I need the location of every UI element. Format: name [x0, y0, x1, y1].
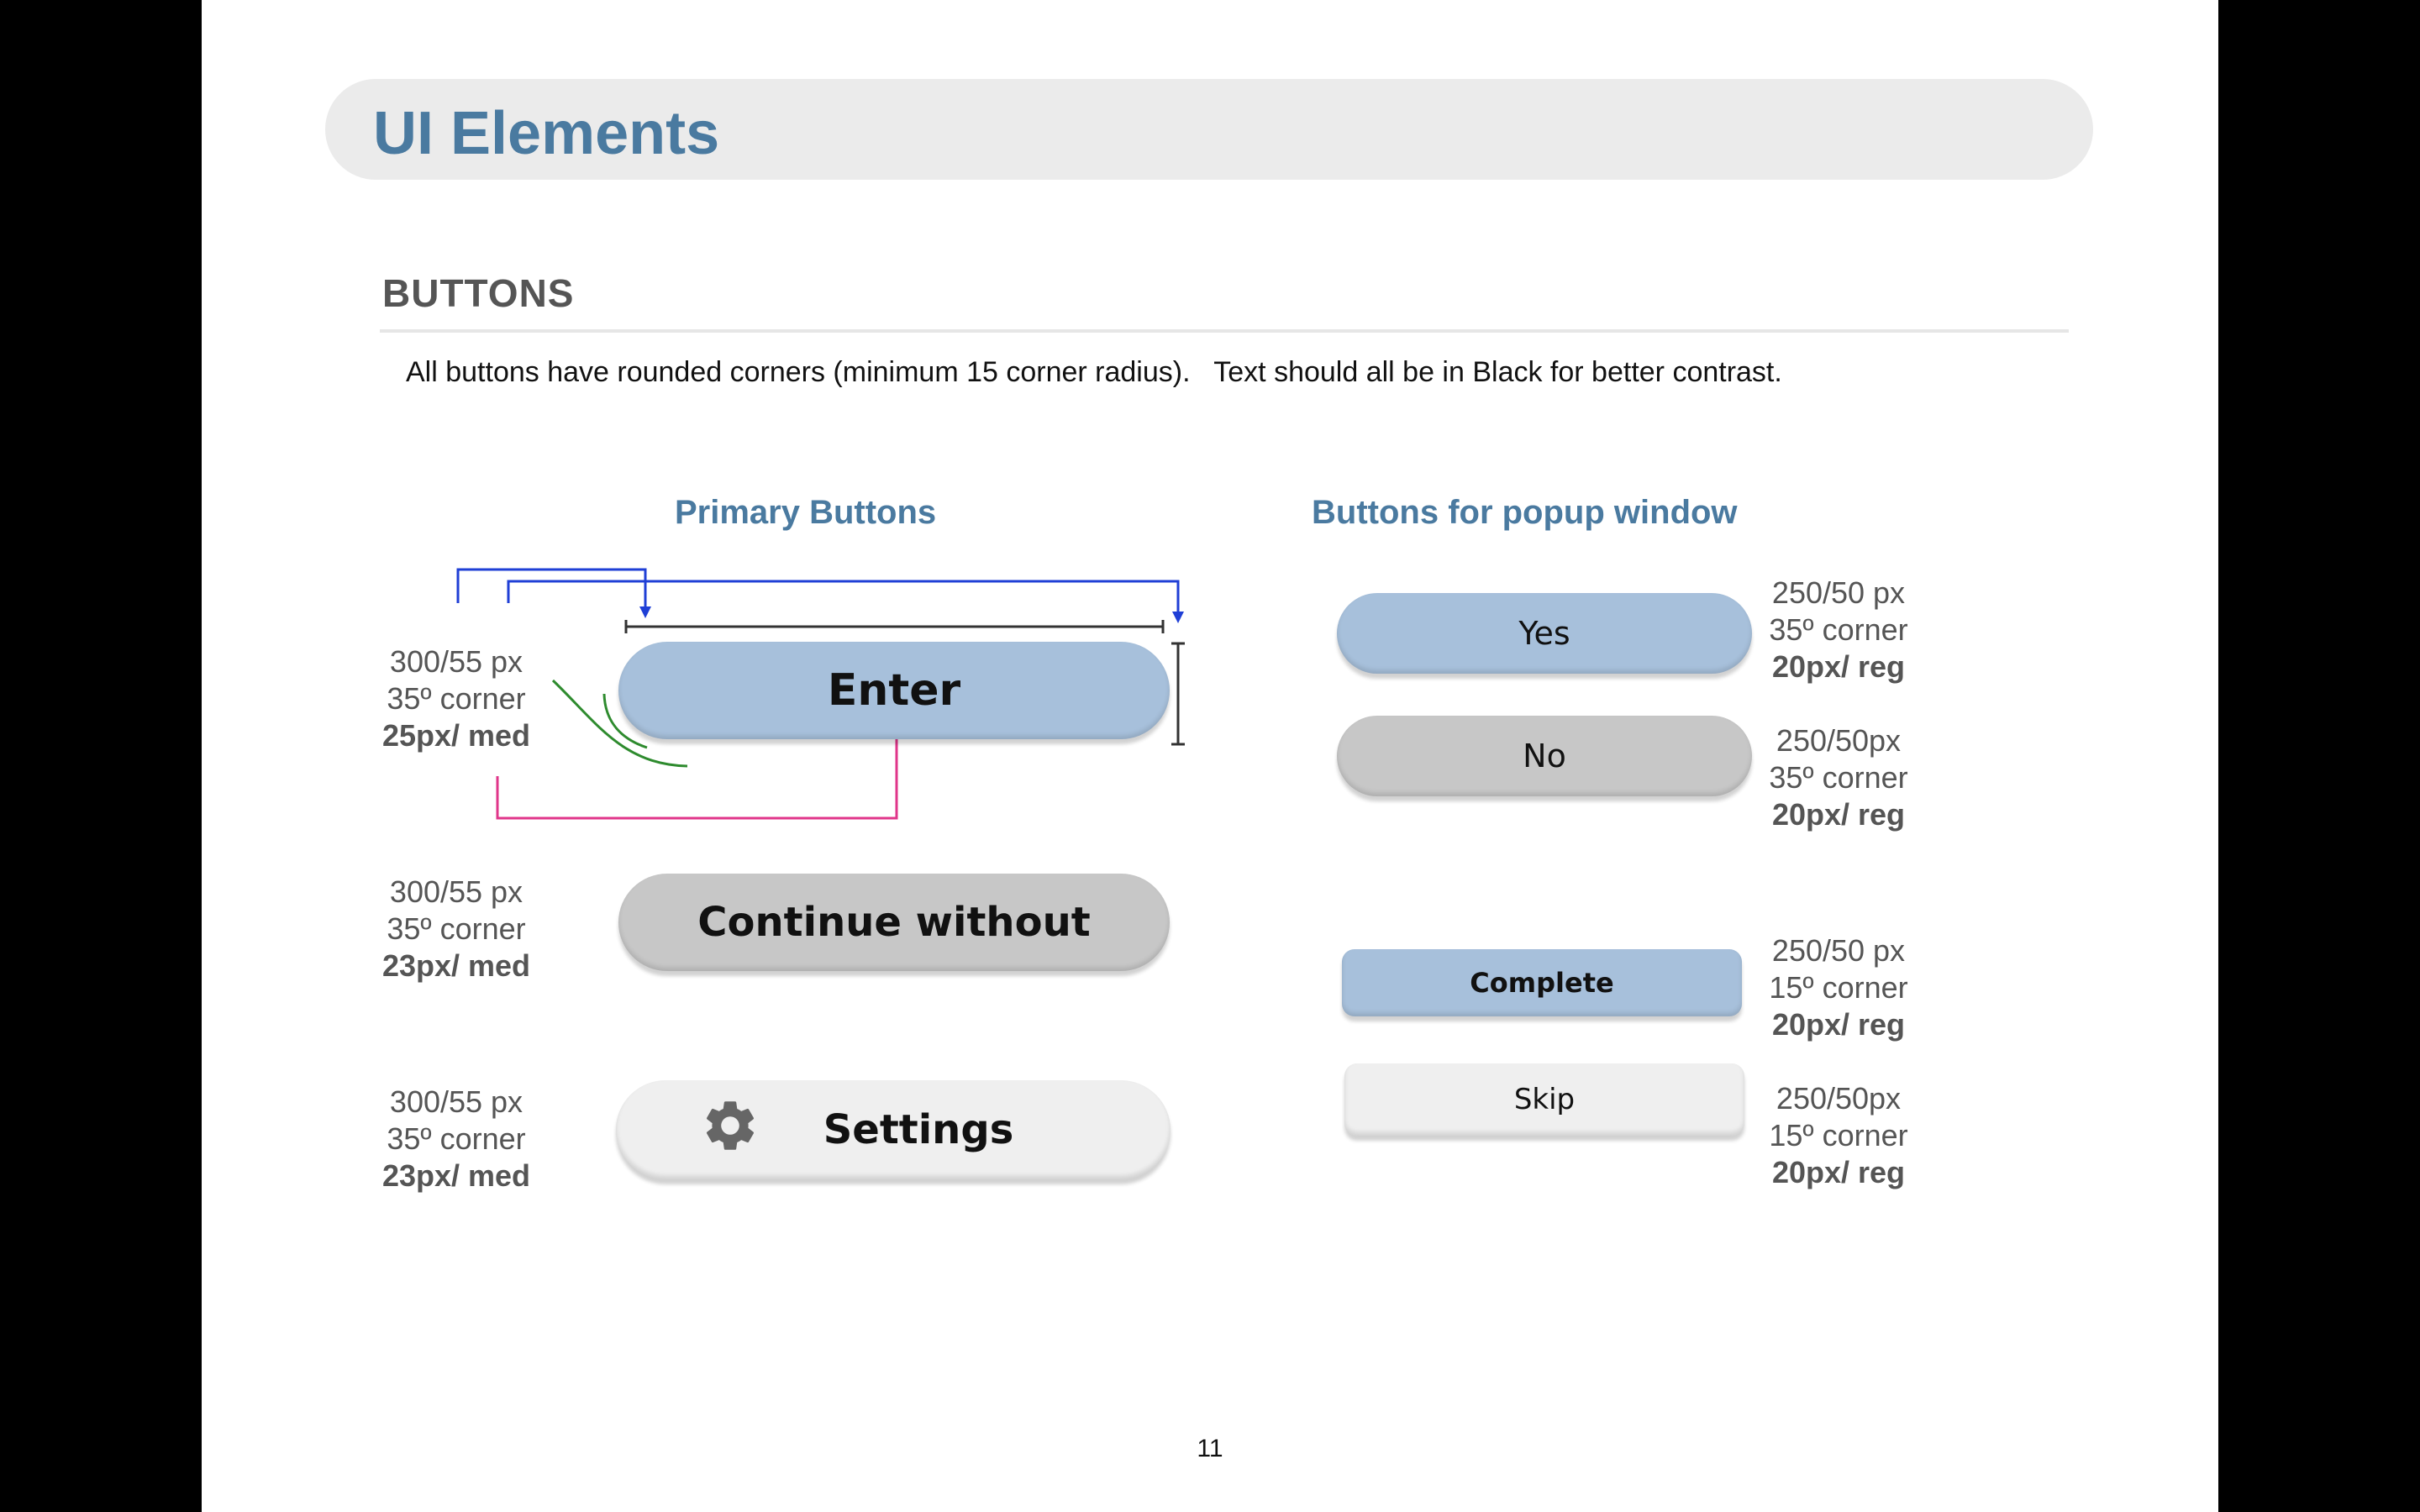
blue-annotation-line [456, 568, 647, 613]
no-button-spec: 250/50px 35º corner 20px/ reg [1769, 723, 1908, 832]
enter-button-spec: 300/55 px 35º corner 25px/ med [381, 644, 531, 753]
settings-button-spec: 300/55 px 35º corner 23px/ med [381, 1084, 531, 1193]
arrow-icon [1172, 612, 1184, 623]
skip-button[interactable]: Skip [1344, 1063, 1744, 1136]
yes-button-label: Yes [1518, 615, 1570, 652]
gear-icon [706, 1101, 755, 1150]
settings-button[interactable]: Settings [616, 1080, 1171, 1179]
page-number: 11 [1197, 1435, 1223, 1462]
no-button[interactable]: No [1337, 716, 1752, 796]
document-page: UI Elements BUTTONS All buttons have rou… [202, 0, 2218, 1512]
enter-button-label: Enter [827, 665, 961, 716]
continue-without-button-label: Continue without [697, 899, 1091, 946]
arrow-icon [639, 606, 651, 618]
yes-button-spec: 250/50 px 35º corner 20px/ reg [1769, 575, 1908, 684]
enter-button[interactable]: Enter [618, 642, 1170, 739]
no-button-label: No [1523, 738, 1566, 774]
pink-annotation-line [496, 731, 898, 820]
complete-button-label: Complete [1470, 967, 1614, 999]
complete-button-spec: 250/50 px 15º corner 20px/ reg [1769, 933, 1908, 1042]
yes-button[interactable]: Yes [1337, 593, 1752, 674]
continue-without-button-spec: 300/55 px 35º corner 23px/ med [381, 874, 531, 983]
skip-button-label: Skip [1513, 1083, 1576, 1116]
blue-annotation-line [507, 580, 1180, 617]
complete-button[interactable]: Complete [1342, 949, 1742, 1016]
settings-button-label: Settings [823, 1106, 1014, 1153]
continue-without-button[interactable]: Continue without [618, 874, 1170, 971]
skip-button-spec: 250/50px 15º corner 20px/ reg [1769, 1081, 1908, 1189]
